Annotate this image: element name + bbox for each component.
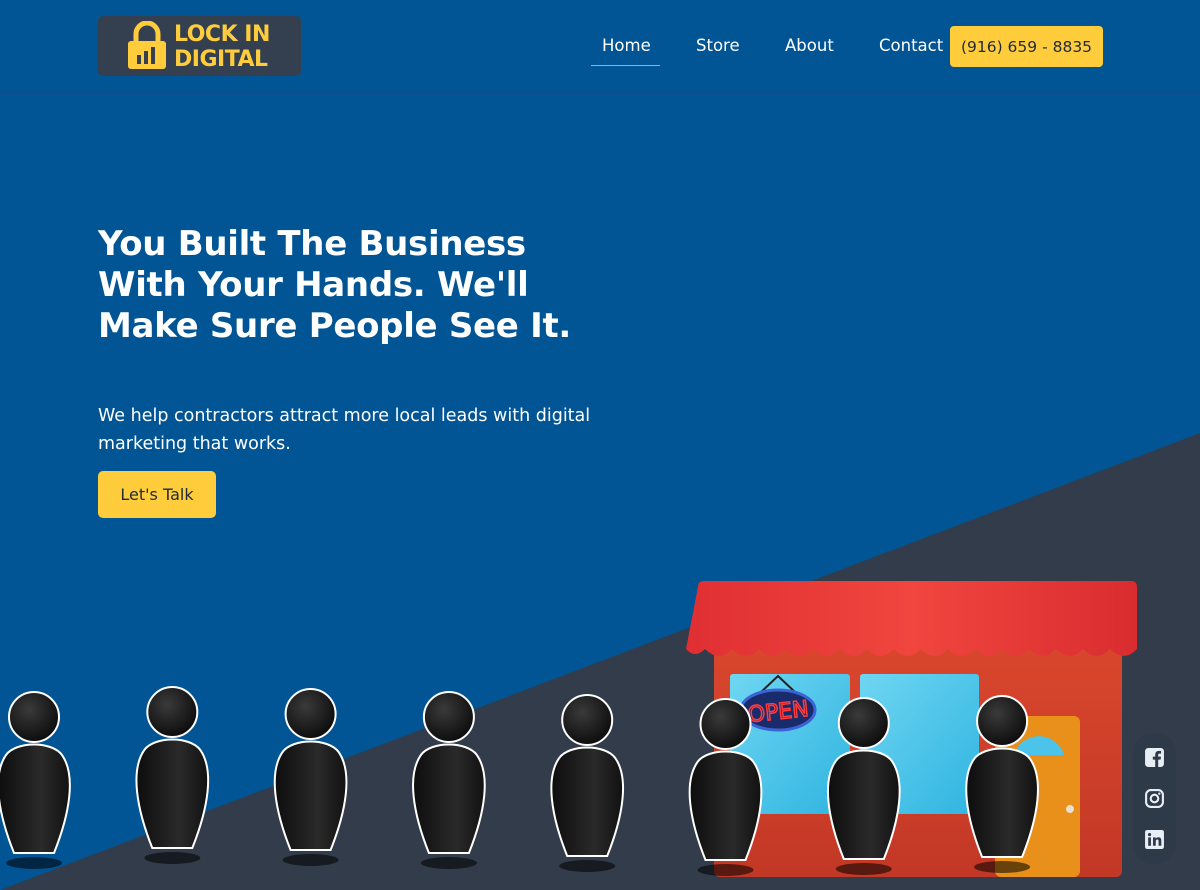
person-figure — [135, 686, 210, 864]
person-body — [826, 749, 901, 860]
person-figure — [273, 688, 348, 866]
person-head — [8, 691, 60, 743]
person-head — [837, 697, 890, 749]
instagram-icon[interactable] — [1144, 788, 1165, 809]
person-figure — [0, 691, 71, 869]
person-figure — [412, 691, 486, 869]
person-shadow — [282, 854, 339, 866]
nav-item-home[interactable]: Home — [602, 36, 651, 55]
person-head — [422, 691, 475, 743]
person-shadow — [835, 863, 892, 875]
site-header: LOCK IN DIGITAL Home Store About Contact… — [0, 0, 1200, 93]
person-figure — [550, 694, 625, 872]
phone-button[interactable]: (916) 659 - 8835 — [950, 26, 1103, 67]
person-shadow — [420, 857, 477, 869]
person-head — [699, 698, 752, 750]
person-body — [412, 743, 486, 854]
logo[interactable]: LOCK IN DIGITAL — [98, 16, 301, 76]
person-head — [284, 688, 337, 740]
person-shadow — [6, 857, 62, 869]
facebook-icon[interactable] — [1144, 747, 1165, 768]
person-body — [135, 738, 210, 849]
active-nav-indicator — [591, 65, 660, 66]
logo-line-2: DIGITAL — [174, 47, 268, 72]
person-body — [965, 747, 1039, 858]
nav-item-about[interactable]: About — [785, 36, 834, 55]
hero-subtitle: We help contractors attract more local l… — [98, 406, 591, 454]
lock-icon — [128, 21, 166, 69]
storefront-illustration: OPEN — [0, 581, 1137, 877]
person-shadow — [974, 861, 1031, 873]
person-shadow — [144, 852, 201, 864]
page: LOCK IN DIGITAL Home Store About Contact… — [0, 0, 1200, 890]
person-shadow — [697, 864, 754, 876]
person-head — [561, 694, 614, 746]
nav-item-store[interactable]: Store — [696, 36, 740, 55]
person-body — [550, 746, 625, 857]
logo-line-1: LOCK IN — [174, 22, 270, 47]
logo-text: LOCK IN DIGITAL — [174, 22, 270, 72]
lets-talk-button[interactable]: Let's Talk — [98, 471, 216, 518]
person-head — [976, 695, 1029, 747]
people-line — [0, 686, 1039, 876]
nav-item-contact[interactable]: Contact — [879, 36, 943, 55]
person-body — [273, 740, 348, 851]
person-body — [688, 750, 763, 861]
person-shadow — [559, 860, 616, 872]
hero-title: You Built The Business With Your Hands. … — [98, 224, 572, 346]
linkedin-icon[interactable] — [1144, 829, 1165, 850]
person-head — [146, 686, 199, 738]
person-body — [0, 743, 71, 854]
social-links — [1133, 733, 1176, 864]
